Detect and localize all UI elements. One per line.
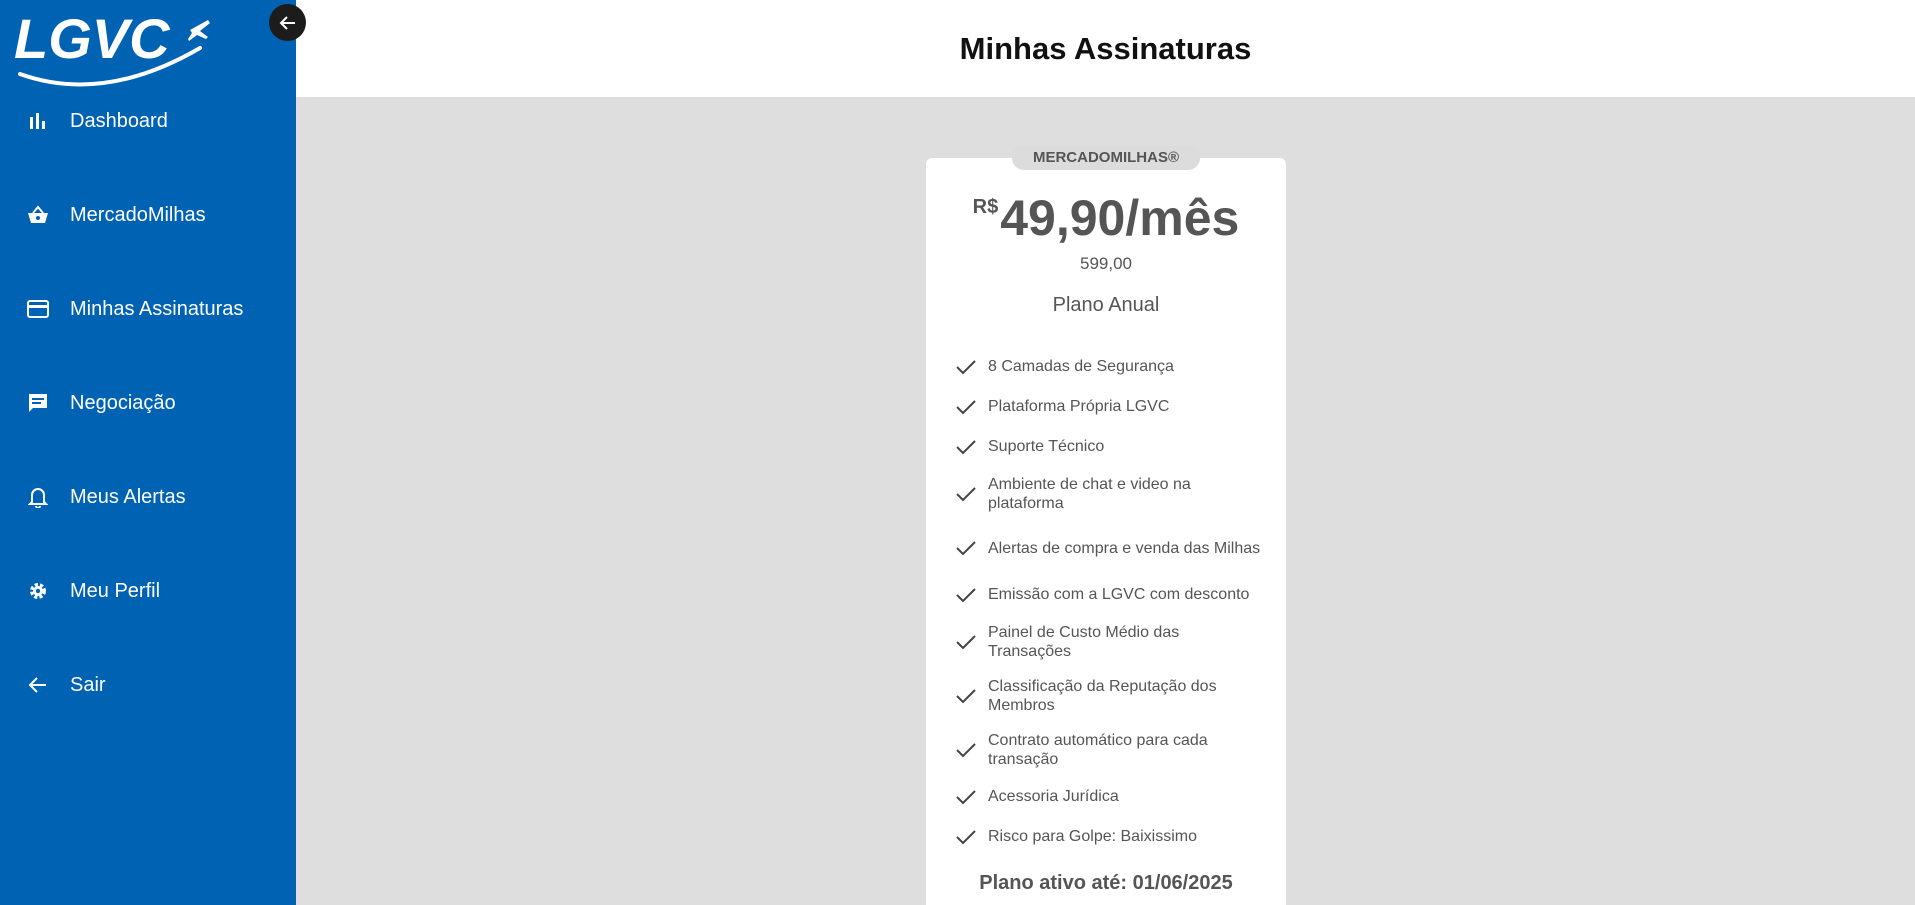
check-icon bbox=[956, 397, 976, 417]
feature-item: Emissão com a LGVC com desconto bbox=[956, 582, 1266, 607]
sidebar-item-label: Meu Perfil bbox=[70, 579, 161, 602]
check-icon bbox=[956, 686, 976, 706]
feature-item: Suporte Técnico bbox=[956, 434, 1266, 459]
page-title: Minhas Assinaturas bbox=[959, 30, 1252, 66]
sidebar-item-dashboard[interactable]: Dashboard bbox=[0, 91, 296, 151]
check-icon bbox=[956, 484, 976, 504]
check-icon bbox=[956, 632, 976, 652]
sidebar-item-label: Dashboard bbox=[70, 109, 168, 132]
price-total: 599,00 bbox=[1080, 254, 1132, 273]
sidebar-item-meu-perfil[interactable]: Meu Perfil bbox=[0, 561, 296, 621]
feature-item: Plataforma Própria LGVC bbox=[956, 394, 1266, 419]
collapse-sidebar-button[interactable] bbox=[269, 4, 306, 41]
feature-item: Ambiente de chat e video na plataforma bbox=[956, 474, 1266, 514]
price: R$ 49,90/mês bbox=[926, 190, 1286, 246]
lgvc-logo[interactable]: LGVC bbox=[14, 4, 222, 90]
check-icon bbox=[956, 585, 976, 605]
basket-icon bbox=[26, 203, 50, 227]
plan-active-until: Plano ativo até: 01/06/2025 bbox=[979, 872, 1233, 894]
sidebar-item-label: Sair bbox=[70, 673, 106, 696]
sidebar-item-label: Meus Alertas bbox=[70, 485, 186, 508]
chat-icon bbox=[26, 391, 50, 415]
sidebar-item-negociacao[interactable]: Negociação bbox=[0, 373, 296, 433]
bar-chart-icon bbox=[26, 109, 50, 133]
feature-item: Alertas de compra e venda das Milhas bbox=[956, 528, 1266, 568]
subscription-card: R$ 49,90/mês 599,00 Plano Anual 8 Camada… bbox=[926, 158, 1286, 905]
arrow-left-icon bbox=[279, 15, 295, 30]
check-icon bbox=[956, 437, 976, 457]
feature-list: 8 Camadas de Segurança Plataforma Própri… bbox=[956, 354, 1266, 849]
sidebar-item-label: Negociação bbox=[70, 391, 176, 414]
gear-icon bbox=[26, 579, 50, 603]
feature-item: Contrato automático para cada transação bbox=[956, 730, 1266, 770]
check-icon bbox=[956, 827, 976, 847]
plan-name: Plano Anual bbox=[1052, 294, 1160, 316]
price-amount: 49,90/mês bbox=[1000, 190, 1240, 246]
credit-card-icon bbox=[26, 297, 50, 321]
check-icon bbox=[956, 357, 976, 377]
sidebar-item-meus-alertas[interactable]: Meus Alertas bbox=[0, 467, 296, 527]
check-icon bbox=[956, 740, 976, 760]
feature-item: Classificação da Reputação dos Membros bbox=[956, 676, 1266, 716]
feature-item: Acessoria Jurídica bbox=[956, 784, 1266, 809]
sidebar-item-label: Minhas Assinaturas bbox=[70, 297, 244, 320]
page-header: Minhas Assinaturas bbox=[296, 0, 1915, 97]
feature-item: 8 Camadas de Segurança bbox=[956, 354, 1266, 379]
logo-text: LGVC bbox=[14, 7, 171, 70]
bell-icon bbox=[26, 485, 50, 509]
sidebar-item-minhas-assinaturas[interactable]: Minhas Assinaturas bbox=[0, 279, 296, 339]
check-icon bbox=[956, 538, 976, 558]
price-currency: R$ bbox=[972, 196, 999, 218]
sidebar: LGVC Dashboard MercadoMilhas Minhas Assi… bbox=[0, 0, 296, 905]
plan-badge: MERCADOMILHAS® bbox=[1012, 145, 1200, 170]
sidebar-item-sair[interactable]: Sair bbox=[0, 655, 296, 715]
sidebar-item-mercadomilhas[interactable]: MercadoMilhas bbox=[0, 185, 296, 245]
arrow-left-icon bbox=[26, 673, 50, 697]
sidebar-item-label: MercadoMilhas bbox=[70, 203, 206, 226]
feature-item: Painel de Custo Médio das Transações bbox=[956, 622, 1266, 662]
check-icon bbox=[956, 787, 976, 807]
feature-item: Risco para Golpe: Baixissimo bbox=[956, 824, 1266, 849]
